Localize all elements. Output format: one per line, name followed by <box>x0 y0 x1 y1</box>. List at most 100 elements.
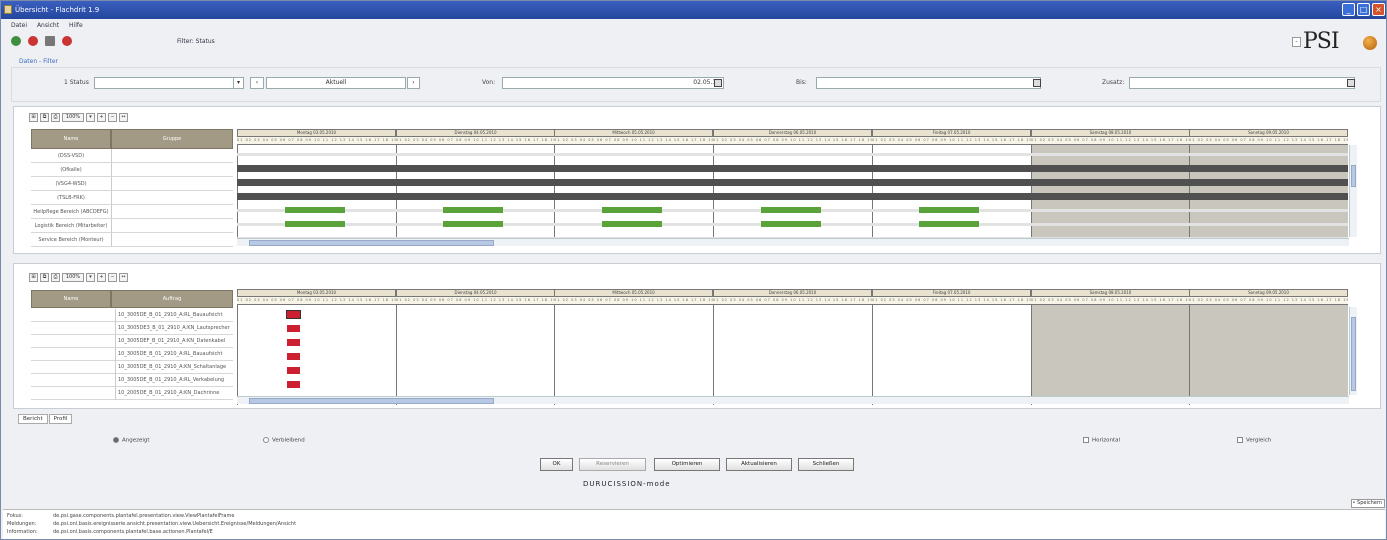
top-zoom-out-icon[interactable]: − <box>108 113 117 122</box>
cancel-icon[interactable] <box>61 36 72 46</box>
day-header: Samstag 08.05.2010 <box>1031 289 1190 297</box>
bis-date-field[interactable] <box>816 77 1041 89</box>
order-bar[interactable] <box>287 367 300 374</box>
menu-datei[interactable]: Datei <box>11 22 27 29</box>
bottom-vertical-scrollbar[interactable] <box>1349 307 1357 395</box>
top-expand-icon[interactable]: ⊞ <box>29 113 38 122</box>
checkbox-vergleich[interactable]: Vergleich <box>1237 437 1271 444</box>
bottom-name-header[interactable]: Name <box>31 290 111 308</box>
order-bar[interactable] <box>287 339 300 346</box>
shift-bar[interactable] <box>602 207 662 213</box>
list-item[interactable]: 10_3005DE_B_01_2910_A:KN_Schaltanlage <box>31 361 233 374</box>
zusatz-field[interactable] <box>1129 77 1355 89</box>
navigate-icon[interactable] <box>11 36 21 46</box>
zusatz-calendar-icon[interactable] <box>1347 79 1355 87</box>
list-item[interactable]: (VSG4-WSD) <box>31 177 233 191</box>
shift-bar[interactable] <box>919 207 979 213</box>
mode-next-button[interactable]: › <box>407 77 420 89</box>
shift-bar[interactable] <box>285 221 345 227</box>
list-item[interactable]: 10_3005DEF_B_01_2910_A:KN_Datenkabel <box>31 335 233 348</box>
list-item[interactable]: Logistik Bereich (Mitarbeiter) <box>31 219 233 233</box>
top-copy-icon[interactable]: ⧉ <box>40 113 49 122</box>
bottom-vscroll-thumb[interactable] <box>1351 317 1356 391</box>
top-group-header[interactable]: Gruppe <box>111 129 233 149</box>
top-fit-icon[interactable]: ↔ <box>119 113 128 122</box>
shift-bar[interactable] <box>602 221 662 227</box>
stop-icon[interactable] <box>27 36 38 46</box>
maximize-button[interactable]: □ <box>1357 3 1370 16</box>
reserve-button[interactable]: Reservieren <box>579 458 646 471</box>
bottom-zoom-select[interactable]: 100% <box>62 273 84 282</box>
row-order: 10_3005DEF_B_01_2910_A:KN_Datenkabel <box>115 335 231 348</box>
minimize-button[interactable]: _ <box>1342 3 1355 16</box>
top-name-header[interactable]: Name <box>31 129 111 149</box>
mode-field[interactable]: Aktuell <box>266 77 406 89</box>
close-window-button[interactable]: × <box>1372 3 1385 16</box>
bottom-copy-icon[interactable]: ⧉ <box>40 273 49 282</box>
von-date-field[interactable]: 02.05.10 <box>502 77 724 89</box>
shift-bar[interactable] <box>761 221 821 227</box>
list-item[interactable]: 10_2005DE_B_01_2910_A:KN_Dachrinne <box>31 387 233 400</box>
order-bar[interactable] <box>287 353 300 360</box>
shift-bar[interactable] <box>285 207 345 213</box>
update-button[interactable]: Aktualisieren <box>726 458 792 471</box>
bottom-expand-icon[interactable]: ⊞ <box>29 273 38 282</box>
row-order: 10_3005DE_B_01_2910_A:RL_Bauaufsicht <box>115 309 231 322</box>
bottom-hscroll-thumb[interactable] <box>249 398 494 404</box>
optimize-button[interactable]: Optimieren <box>654 458 720 471</box>
list-item[interactable]: 10_3005DE_B_01_2910_A:RL_Verkabelung <box>31 374 233 387</box>
top-vertical-scrollbar[interactable] <box>1349 145 1357 237</box>
tab-profil[interactable]: Profil <box>48 414 73 424</box>
bottom-fit-icon[interactable]: ↔ <box>119 273 128 282</box>
row-name: Heilpflege Bereich (ABCDEFG) <box>33 209 109 215</box>
status-combo[interactable]: • Speichern <box>1351 499 1385 508</box>
top-print-icon[interactable]: ⎙ <box>51 113 60 122</box>
order-bar[interactable] <box>286 310 301 319</box>
menu-hilfe[interactable]: Hilfe <box>69 22 83 29</box>
bottom-horizontal-scrollbar[interactable] <box>237 396 1349 404</box>
tab-bericht[interactable]: Bericht <box>18 414 48 424</box>
list-item[interactable]: 10_3005DE_B_01_2910_A:RL_Bauaufsicht <box>31 348 233 361</box>
shift-bar[interactable] <box>443 207 503 213</box>
bottom-zoom-in-icon[interactable]: + <box>97 273 106 282</box>
bottom-zoom-dropdown-icon[interactable]: ▾ <box>86 273 95 282</box>
radio-angezeigt[interactable]: Angezeigt <box>113 437 150 444</box>
bottom-order-header[interactable]: Auftrag <box>111 290 233 308</box>
menu-ansicht[interactable]: Ansicht <box>37 22 59 29</box>
status-field[interactable] <box>94 77 240 89</box>
bottom-zoom-out-icon[interactable]: − <box>108 273 117 282</box>
top-gantt-grid[interactable]: Montag 03.05.2010 01 02 03 04 05 06 07 08… <box>237 129 1348 247</box>
day-divider <box>1031 305 1032 405</box>
list-item[interactable]: 10_3005DE_B_01_2910_A:RL_Bauaufsicht <box>31 309 233 322</box>
top-zoom-dropdown-icon[interactable]: ▾ <box>86 113 95 122</box>
bottom-print-icon[interactable]: ⎙ <box>51 273 60 282</box>
close-button[interactable]: Schließen <box>798 458 854 471</box>
checkbox-horizontal[interactable]: Horizontal <box>1083 437 1120 444</box>
top-hscroll-thumb[interactable] <box>249 240 494 246</box>
list-item[interactable]: Service Bereich (Monteur) <box>31 233 233 247</box>
day-header: Freitag 07.05.2010 <box>872 289 1031 297</box>
top-horizontal-scrollbar[interactable] <box>237 238 1349 246</box>
shift-bar[interactable] <box>919 221 979 227</box>
top-zoom-in-icon[interactable]: + <box>97 113 106 122</box>
mode-prev-button[interactable]: ‹ <box>250 77 264 89</box>
list-item[interactable]: 10_3005DE3_B_01_2910_A:KN_Lautsprecher <box>31 322 233 335</box>
shift-bar[interactable] <box>443 221 503 227</box>
brand-combo[interactable]: - <box>1292 37 1301 47</box>
radio-verbleibend[interactable]: Verbleibend <box>263 437 305 444</box>
bottom-gantt-grid[interactable]: Montag 03.05.2010 01 02 03 04 05 06 07 08… <box>237 289 1348 405</box>
shift-bar[interactable] <box>761 207 821 213</box>
top-vscroll-thumb[interactable] <box>1351 165 1356 187</box>
ok-button[interactable]: OK <box>540 458 573 471</box>
print-icon[interactable] <box>44 36 55 46</box>
status-dropdown-button[interactable]: ▾ <box>233 77 244 89</box>
top-zoom-select[interactable]: 100% <box>62 113 84 122</box>
list-item[interactable]: Heilpflege Bereich (ABCDEFG) <box>31 205 233 219</box>
list-item[interactable]: (DSS-VSD) <box>31 149 233 163</box>
von-calendar-icon[interactable] <box>714 79 722 87</box>
bis-calendar-icon[interactable] <box>1033 79 1041 87</box>
list-item[interactable]: (TSLB-FRK) <box>31 191 233 205</box>
order-bar[interactable] <box>287 325 300 332</box>
list-item[interactable]: (Ofkalle) <box>31 163 233 177</box>
order-bar[interactable] <box>287 381 300 388</box>
